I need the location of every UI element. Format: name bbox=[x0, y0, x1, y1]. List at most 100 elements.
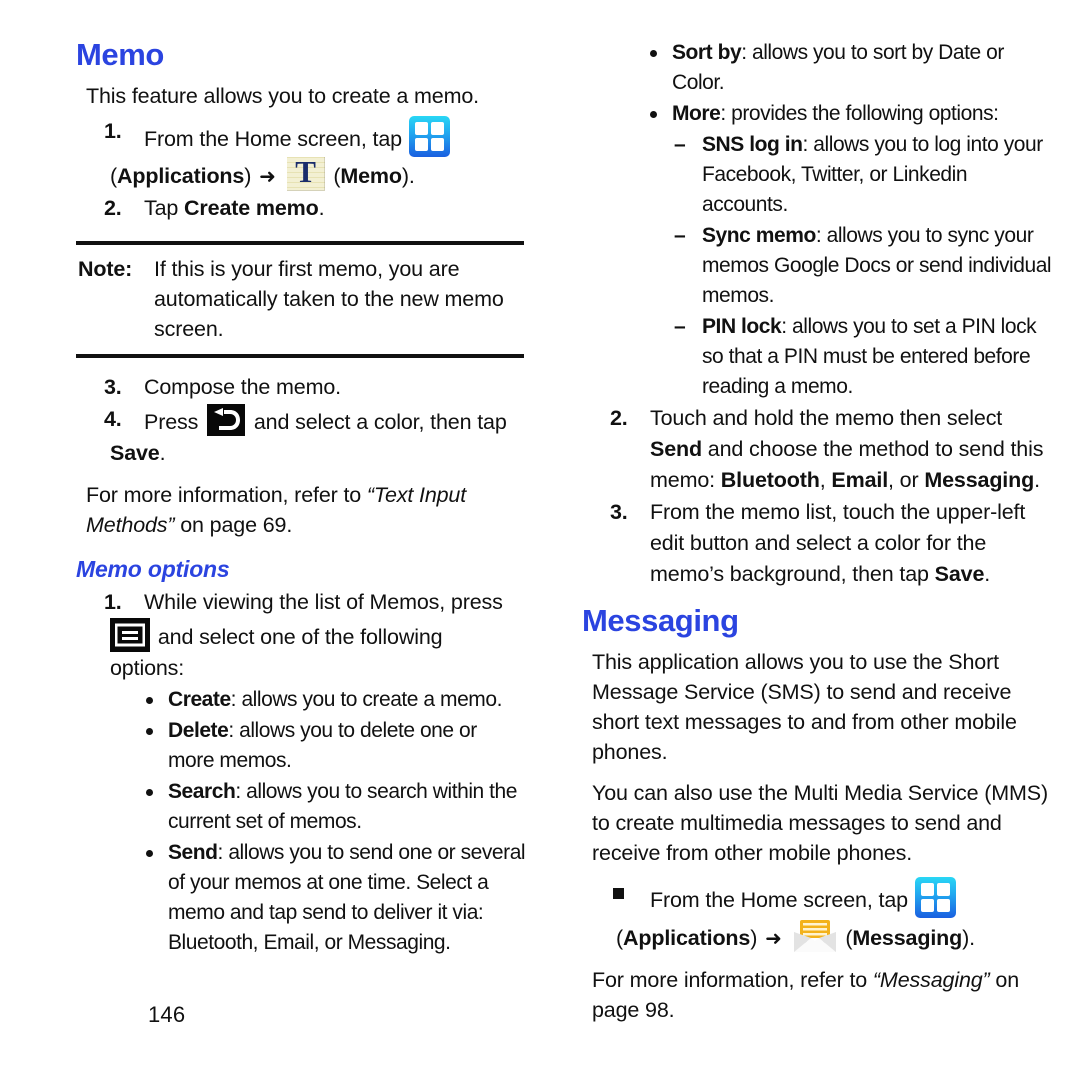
memo-options-step-3: 3. From the memo list, touch the upper-le… bbox=[582, 497, 1052, 590]
msg-paren-close: ). bbox=[962, 926, 975, 950]
option-delete: Delete: allows you to delete one or more… bbox=[76, 716, 526, 776]
step-number: 3. bbox=[104, 375, 122, 399]
back-key-icon bbox=[207, 404, 246, 436]
save-label: Save bbox=[934, 562, 985, 586]
page-title-messaging: Messaging bbox=[582, 603, 739, 638]
menu-key-icon bbox=[110, 618, 150, 652]
suboption-pin-lock: – PIN lock: allows you to set a PIN lock … bbox=[582, 312, 1052, 402]
step-text: From the Home screen, tap bbox=[650, 888, 908, 912]
messaging-label: Messaging bbox=[852, 926, 963, 950]
option-search: Search: allows you to search within the … bbox=[76, 777, 526, 837]
step-text-2: and select one of the following bbox=[157, 625, 443, 649]
applications-grid-icon bbox=[914, 877, 956, 918]
dash-marker: – bbox=[674, 315, 686, 338]
step-number: 1. bbox=[104, 590, 122, 614]
memo-options-step-1: 1. While viewing the list of Memos, pres… bbox=[76, 587, 526, 684]
option-desc: : provides the following options: bbox=[720, 102, 999, 125]
bullet-dot bbox=[146, 850, 153, 857]
suboption-term: PIN lock bbox=[702, 315, 782, 338]
note-label: Note: bbox=[78, 257, 133, 281]
memo-intro-text: This feature allows you to create a memo… bbox=[86, 84, 479, 108]
memo-step-3: 3. Compose the memo. bbox=[76, 372, 526, 403]
option-term: Create bbox=[168, 688, 231, 711]
memo-step-1: 1. From the Home screen, tap (Applicatio… bbox=[76, 116, 526, 192]
send-label: Send bbox=[650, 437, 702, 461]
xref-lead: For more information, refer to bbox=[86, 483, 367, 507]
messaging-envelope-icon bbox=[793, 918, 837, 954]
option-create: Create: allows you to create a memo. bbox=[76, 685, 526, 715]
step-text-end: . bbox=[318, 196, 325, 220]
note-text: If this is your first memo, you are auto… bbox=[154, 257, 504, 341]
bullet-dot bbox=[146, 728, 153, 735]
applications-grid-icon bbox=[408, 116, 450, 157]
memo-paren-close: ). bbox=[401, 164, 415, 188]
messaging-label: Messaging bbox=[924, 468, 1035, 492]
xref-lead: For more information, refer to bbox=[592, 968, 873, 992]
bullet-dot bbox=[146, 789, 153, 796]
separator-2: , or bbox=[888, 468, 925, 492]
separator: , bbox=[819, 468, 832, 492]
page-number: 146 bbox=[148, 1002, 186, 1027]
step-number: 1. bbox=[104, 119, 122, 143]
messaging-paragraph-2: You can also use the Multi Media Service… bbox=[592, 781, 1048, 865]
applications-label: Applications bbox=[623, 926, 751, 950]
memo-options-step-2: 2. Touch and hold the memo then select Se… bbox=[582, 403, 1052, 496]
suboption-sync-memo: – Sync memo: allows you to sync your memo… bbox=[582, 221, 1052, 311]
step-text: While viewing the list of Memos, press bbox=[144, 590, 503, 614]
option-more: More: provides the following options: bbox=[582, 99, 1052, 129]
option-desc: : allows you to create a memo. bbox=[230, 688, 503, 711]
memo-cross-reference: For more information, refer to “Text Inp… bbox=[86, 480, 526, 540]
step-text-end: . bbox=[159, 441, 166, 465]
option-term: Delete bbox=[168, 719, 229, 742]
apps-paren-open: ( bbox=[110, 164, 118, 188]
option-desc: : allows you to send one or several of y… bbox=[168, 841, 526, 954]
step-text: Touch and hold the memo then select bbox=[650, 406, 1003, 430]
applications-label: Applications bbox=[117, 164, 245, 188]
step-text-2: and select a color, then tap bbox=[253, 410, 507, 434]
xref-title: “Messaging” bbox=[872, 968, 990, 992]
step-text: Tap bbox=[144, 196, 185, 220]
memo-notepad-icon bbox=[286, 153, 325, 191]
memo-step-2: 2. Tap Create memo. bbox=[76, 193, 526, 224]
step-number: 3. bbox=[610, 500, 628, 524]
messaging-paragraph-1: This application allows you to use the S… bbox=[592, 650, 1017, 764]
bullet-dot bbox=[650, 50, 657, 57]
suboption-sns-log-in: – SNS log in: allows you to log into your… bbox=[582, 130, 1052, 220]
messaging-launch-step: From the Home screen, tap (Applications)… bbox=[582, 877, 1052, 954]
save-label: Save bbox=[110, 441, 160, 465]
suboption-term: Sync memo bbox=[702, 224, 816, 247]
apps-paren-open: ( bbox=[616, 926, 624, 950]
create-memo-label: Create memo bbox=[184, 196, 319, 220]
email-label: Email bbox=[831, 468, 889, 492]
bullet-dot bbox=[146, 697, 153, 704]
step-number: 2. bbox=[610, 406, 628, 430]
dash-marker: – bbox=[674, 224, 686, 247]
step-text: From the Home screen, tap bbox=[144, 127, 402, 151]
dash-marker: – bbox=[674, 133, 686, 156]
note-box: Note: If this is your first memo, you ar… bbox=[76, 241, 524, 358]
apps-paren-close: ) bbox=[750, 926, 758, 950]
option-term: Search bbox=[168, 780, 236, 803]
memo-step-4: 4. Press and select a color, then tap Sa… bbox=[76, 404, 526, 469]
square-bullet-marker bbox=[613, 888, 624, 899]
option-term: Sort by bbox=[672, 41, 742, 64]
option-send: Send: allows you to send one or several … bbox=[76, 838, 526, 958]
option-term: Send bbox=[168, 841, 218, 864]
step-text: Press bbox=[144, 410, 199, 434]
step-text-end: . bbox=[1034, 468, 1040, 492]
left-column: Memo This feature allows you to create a… bbox=[76, 38, 526, 959]
step-text-end: . bbox=[984, 562, 991, 586]
step-number: 2. bbox=[104, 196, 122, 220]
xref-tail: on page 69. bbox=[174, 513, 293, 537]
arrow-right-icon: ➜ bbox=[259, 164, 276, 188]
step-text: Compose the memo. bbox=[144, 375, 342, 399]
bluetooth-label: Bluetooth bbox=[720, 468, 820, 492]
bullet-dot bbox=[650, 111, 657, 118]
suboption-term: SNS log in bbox=[702, 133, 803, 156]
step-text-3: options: bbox=[110, 656, 185, 680]
right-column: Sort by: allows you to sort by Date or C… bbox=[582, 38, 1052, 1030]
arrow-right-icon: ➜ bbox=[765, 926, 782, 950]
option-sort-by: Sort by: allows you to sort by Date or C… bbox=[582, 38, 1052, 98]
apps-paren-close: ) bbox=[244, 164, 252, 188]
manual-page: Memo This feature allows you to create a… bbox=[0, 0, 1080, 1080]
